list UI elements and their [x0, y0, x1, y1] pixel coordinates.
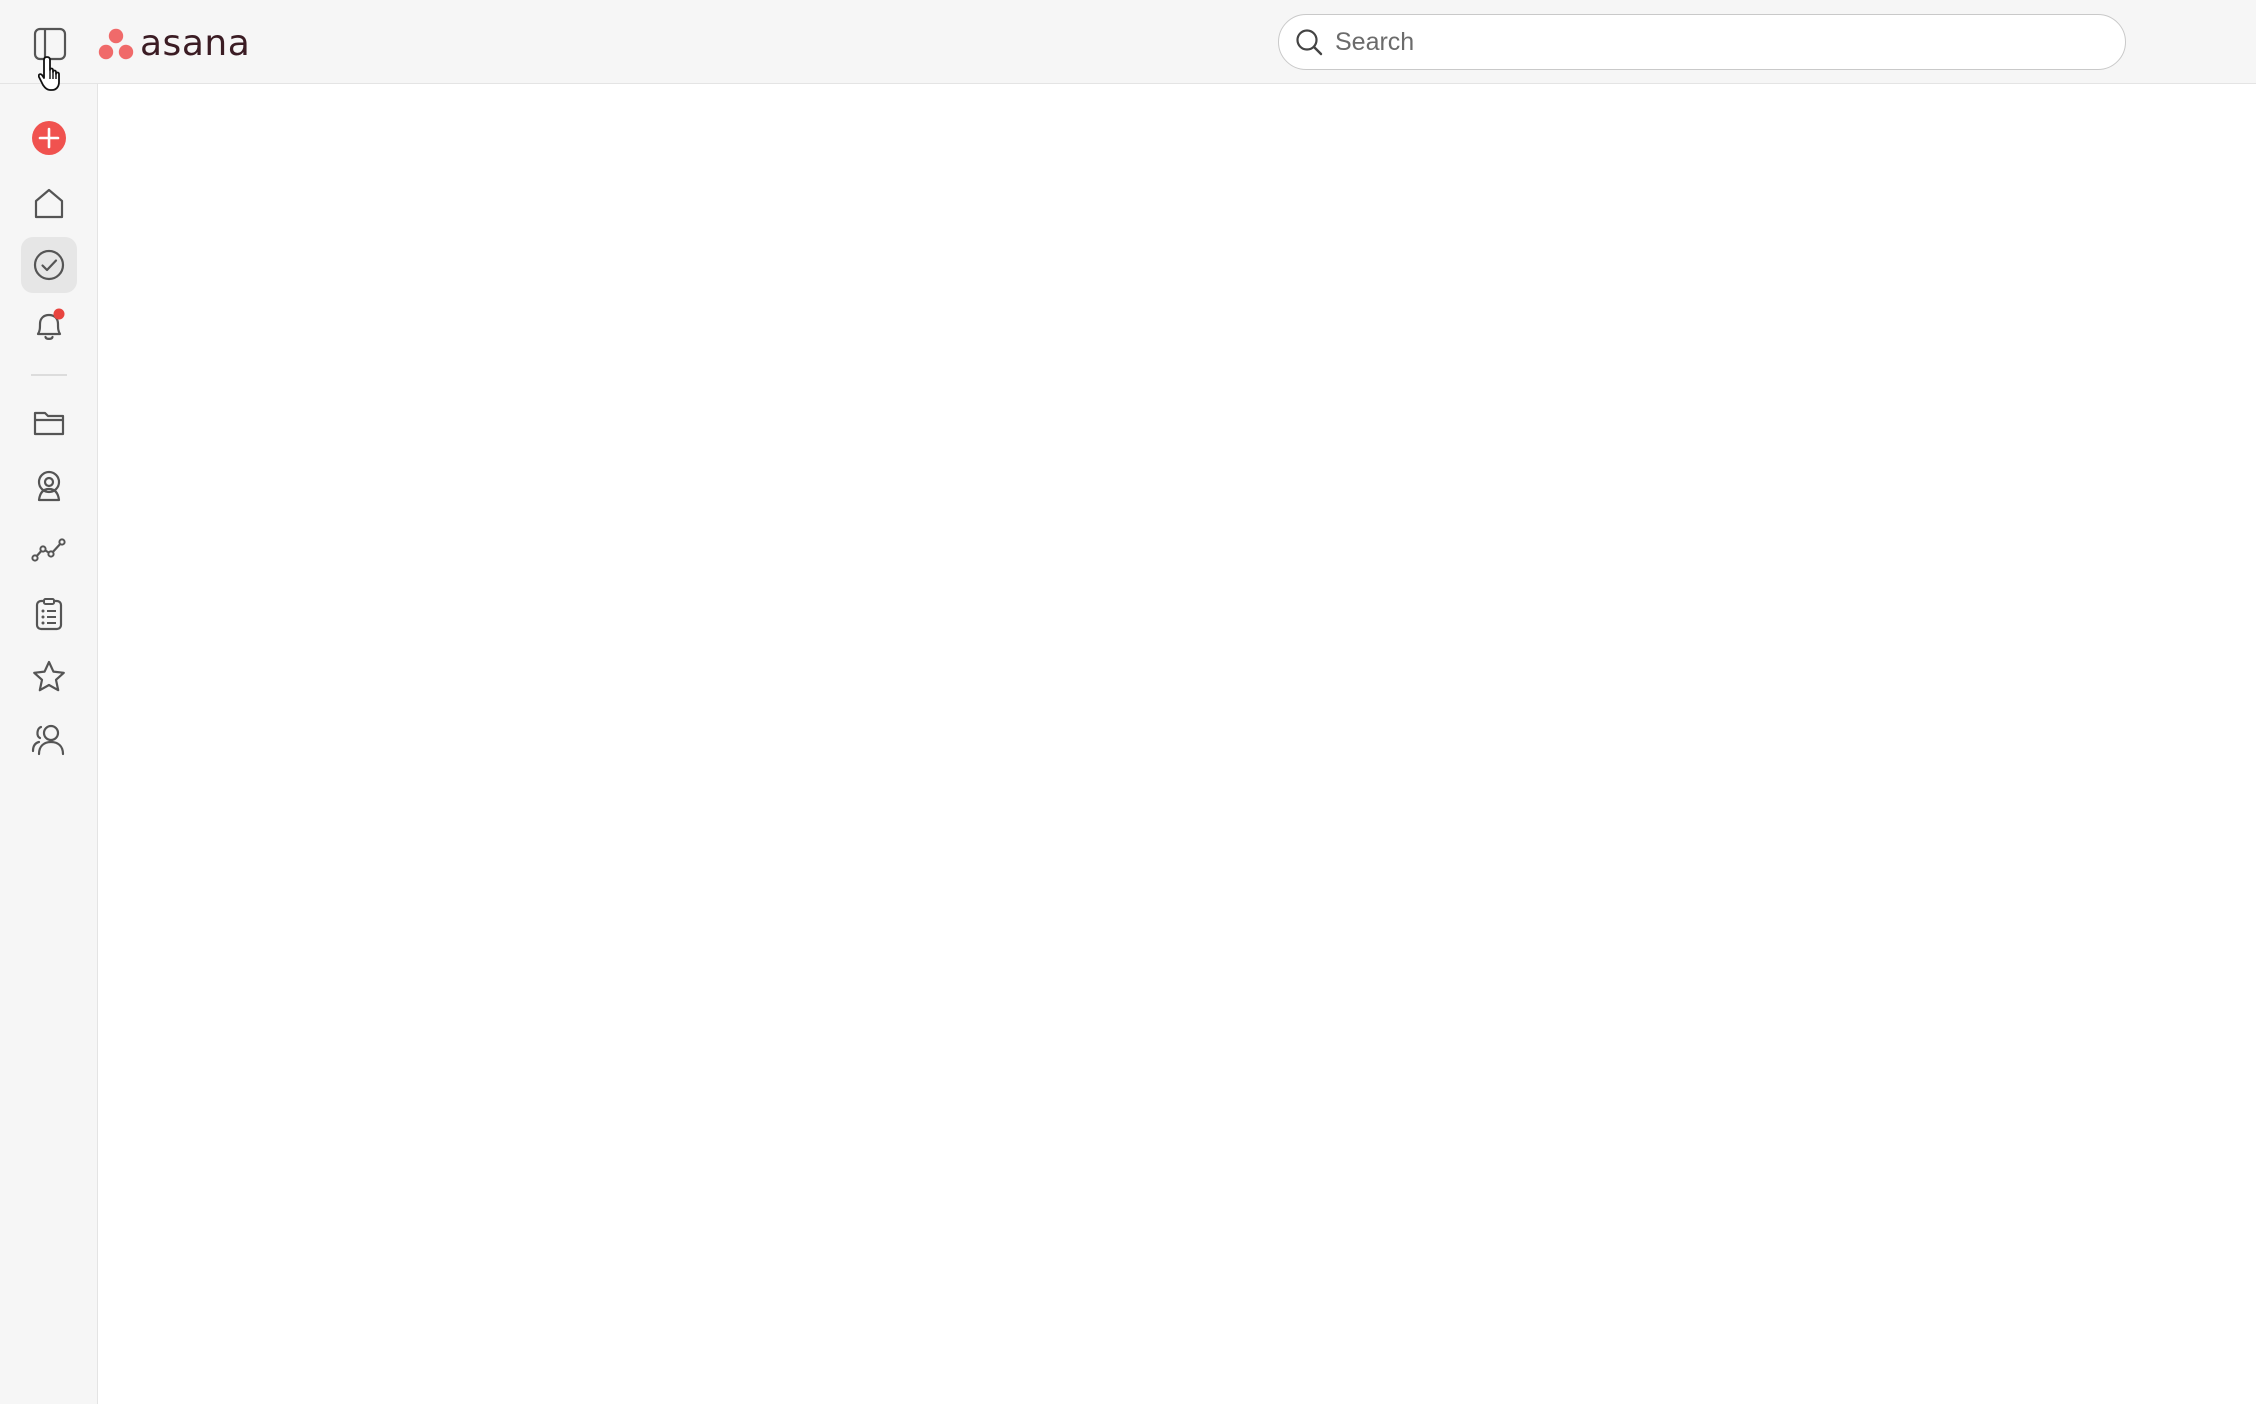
- sidebar-item-projects[interactable]: [21, 394, 77, 450]
- asana-logo-icon: [98, 28, 134, 60]
- team-icon: [31, 724, 65, 756]
- sidebar-item-portfolios[interactable]: [21, 458, 77, 514]
- create-button[interactable]: [21, 110, 77, 166]
- notification-dot: [53, 308, 65, 320]
- app-window: asana: [0, 0, 2256, 1404]
- reporting-icon: [31, 538, 66, 562]
- star-icon: [33, 660, 65, 692]
- asana-logo[interactable]: asana: [98, 24, 250, 64]
- search-bar[interactable]: [1278, 14, 2126, 70]
- bell-icon: [36, 308, 65, 340]
- sidebar-item-goals[interactable]: [21, 586, 77, 642]
- sidebar-item-favorites[interactable]: [21, 649, 77, 705]
- main-content: [98, 84, 2256, 1404]
- sidebar-toggle-icon: [33, 27, 67, 61]
- portfolio-icon: [37, 470, 61, 502]
- goals-clipboard-icon: [35, 598, 63, 631]
- search-icon: [1293, 26, 1325, 58]
- folder-icon: [33, 411, 65, 436]
- sidebar-divider: [31, 374, 67, 376]
- sidebar-item-inbox[interactable]: [21, 298, 77, 354]
- sidebar-item-home[interactable]: [21, 176, 77, 232]
- plus-circle-icon: [32, 121, 66, 155]
- check-circle-icon: [33, 249, 65, 281]
- sidebar-item-teams[interactable]: [21, 712, 77, 768]
- top-bar: asana: [0, 0, 2256, 84]
- search-input[interactable]: [1333, 21, 2097, 63]
- sidebar-item-my-tasks[interactable]: [21, 237, 77, 293]
- home-icon: [34, 188, 64, 219]
- brand-name: asana: [140, 23, 251, 64]
- sidebar: [0, 84, 98, 1404]
- sidebar-item-reporting[interactable]: [21, 522, 77, 578]
- sidebar-toggle-button[interactable]: [28, 22, 72, 66]
